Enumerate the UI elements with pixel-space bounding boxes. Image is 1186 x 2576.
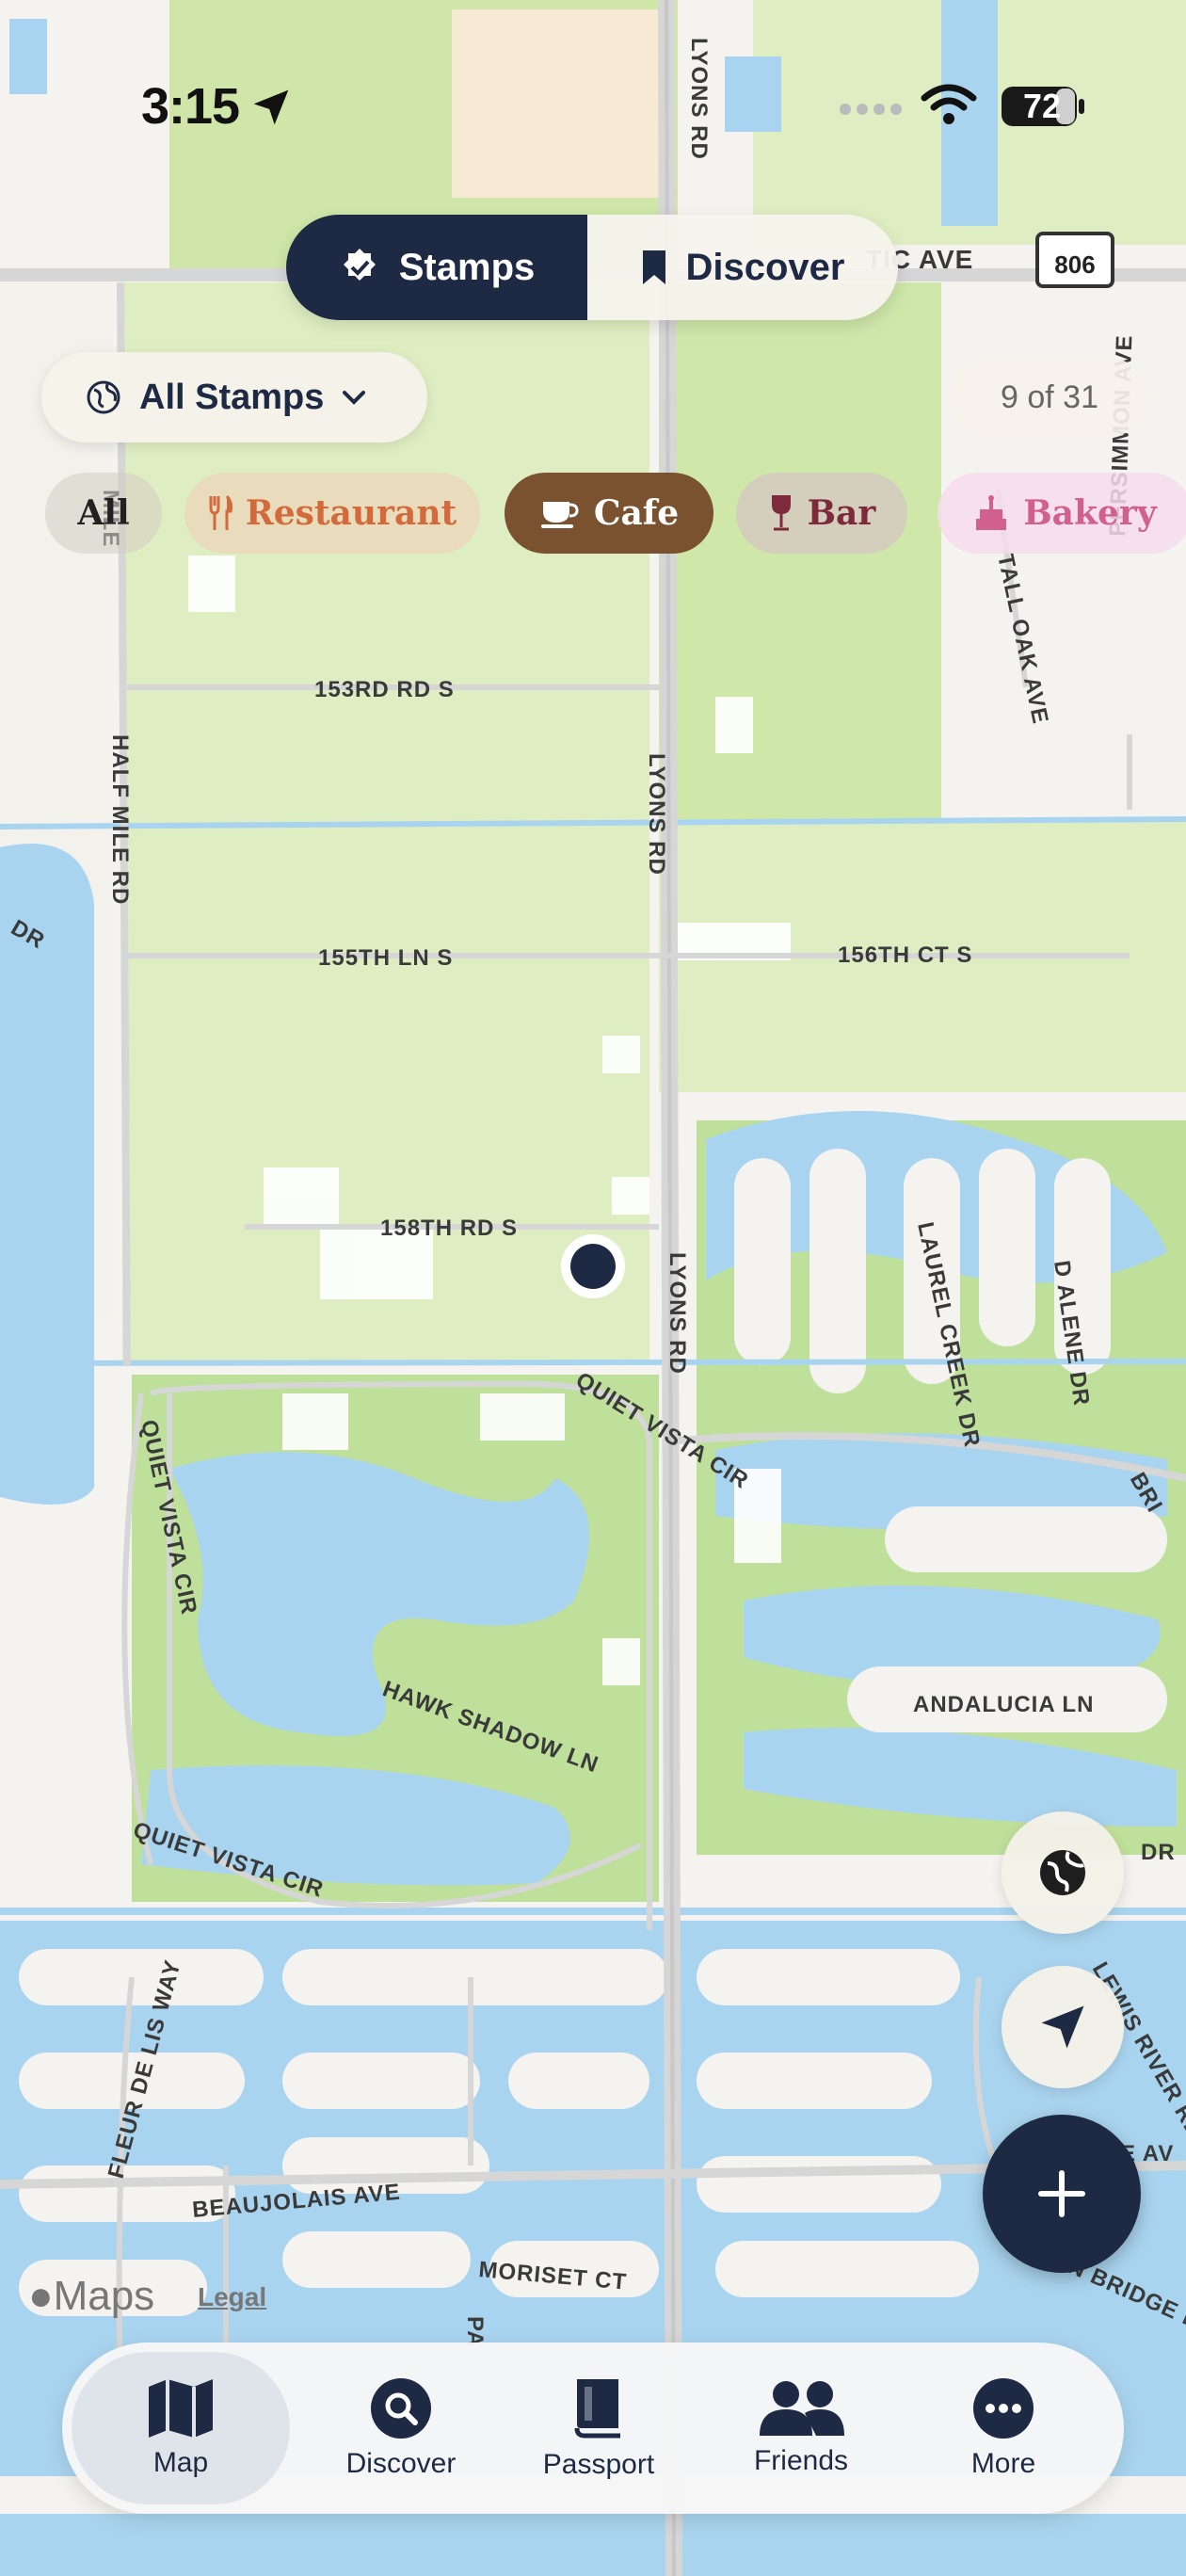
- tab-map[interactable]: Map: [72, 2352, 290, 2504]
- map-icon: [149, 2379, 213, 2439]
- battery-level: 72: [1022, 87, 1062, 125]
- apple-logo-icon: ●: [28, 2273, 54, 2319]
- location-arrow-icon: [253, 89, 289, 125]
- category-chip-label: Bakery: [1023, 493, 1157, 533]
- recenter-location-button[interactable]: [1002, 1966, 1124, 2088]
- category-chip-bar[interactable]: Bar: [736, 473, 907, 554]
- category-chip-bakery[interactable]: Bakery: [938, 473, 1186, 554]
- search-icon: [371, 2378, 431, 2439]
- wifi-icon: [921, 84, 977, 124]
- svg-text:LYONS RD: LYONS RD: [686, 38, 712, 160]
- svg-text:806: 806: [1054, 250, 1095, 279]
- globe-view-button[interactable]: [1002, 1811, 1124, 1934]
- book-icon: [574, 2379, 620, 2439]
- bookmark-icon: [642, 250, 665, 284]
- mode-toggle: Stamps Discover: [286, 215, 898, 320]
- category-chip-label: All: [77, 493, 130, 533]
- discover-tab-button[interactable]: Discover: [587, 215, 898, 320]
- stamp-count-badge: 9 of 31: [951, 358, 1148, 437]
- fork-knife-icon: [209, 494, 232, 530]
- svg-text:156TH CT S: 156TH CT S: [838, 942, 972, 968]
- coffee-cup-icon: [540, 502, 579, 528]
- category-chip-cafe[interactable]: Cafe: [505, 473, 713, 554]
- add-stamp-button[interactable]: [983, 2115, 1141, 2273]
- plus-icon: [1038, 2170, 1085, 2217]
- people-icon: [760, 2381, 844, 2436]
- maps-attribution: ●Maps: [28, 2273, 154, 2320]
- tab-passport[interactable]: Passport: [505, 2352, 693, 2504]
- svg-text:158TH RD S: 158TH RD S: [380, 1216, 518, 1241]
- tab-label: Passport: [542, 2449, 655, 2480]
- tab-friends[interactable]: Friends: [702, 2352, 900, 2504]
- category-chip-label: Bar: [807, 493, 876, 533]
- discover-tab-label: Discover: [685, 246, 845, 288]
- status-time: 3:15: [141, 78, 240, 135]
- stamps-tab-button[interactable]: Stamps: [286, 215, 587, 320]
- stamps-tab-label: Stamps: [398, 246, 536, 288]
- collection-label: All Stamps: [139, 377, 325, 417]
- cake-icon: [976, 495, 1007, 530]
- tab-label: Map: [152, 2447, 209, 2478]
- tab-label: Discover: [345, 2448, 457, 2479]
- wine-glass-icon: [771, 495, 791, 531]
- ellipsis-icon: [973, 2378, 1034, 2439]
- svg-text:HALF MILE RD: HALF MILE RD: [107, 734, 133, 905]
- legal-link[interactable]: Legal: [198, 2282, 266, 2312]
- svg-text:LYONS RD: LYONS RD: [644, 753, 669, 876]
- svg-text:DR: DR: [1141, 1840, 1176, 1865]
- maps-brand-label: Maps: [53, 2273, 155, 2319]
- category-chip-all[interactable]: All: [45, 473, 162, 554]
- svg-text:ANDALUCIA LN: ANDALUCIA LN: [913, 1692, 1094, 1717]
- category-chip-restaurant[interactable]: Restaurant: [184, 473, 480, 554]
- tab-label: More: [970, 2448, 1036, 2479]
- chevron-down-icon: [343, 391, 366, 405]
- tab-more[interactable]: More: [909, 2352, 1098, 2504]
- svg-text:153RD RD S: 153RD RD S: [314, 677, 455, 702]
- category-chip-label: Cafe: [593, 493, 680, 533]
- tab-label: Friends: [753, 2445, 849, 2476]
- cellular-signal-icon: [840, 104, 902, 115]
- svg-text:155TH LN S: 155TH LN S: [318, 945, 453, 971]
- globe-icon: [87, 380, 120, 414]
- category-chip-label: Restaurant: [245, 493, 457, 533]
- svg-text:LYONS RD: LYONS RD: [665, 1252, 690, 1375]
- stamp-collection-dropdown[interactable]: All Stamps: [41, 352, 427, 443]
- tab-discover[interactable]: Discover: [307, 2352, 495, 2504]
- bottom-tab-bar: Map Discover Passport Friends More: [62, 2343, 1124, 2514]
- navigation-arrow-icon: [1041, 2005, 1084, 2049]
- verified-badge-icon: [343, 249, 376, 281]
- globe-icon: [1040, 1850, 1085, 1895]
